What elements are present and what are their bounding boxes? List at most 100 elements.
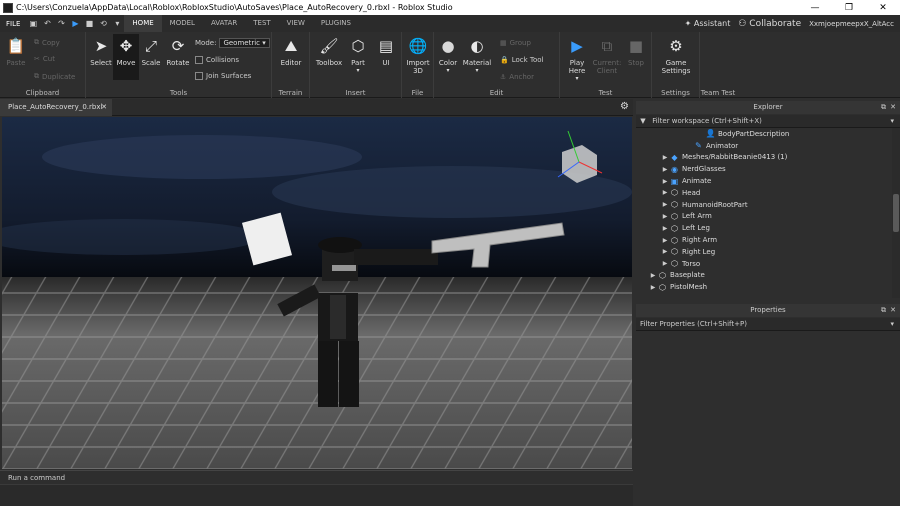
studio-logo-icon xyxy=(3,2,13,13)
explorer-item[interactable]: ▶ ⬡ HumanoidRootPart xyxy=(636,199,892,211)
explorer-item[interactable]: ▶ ▣ Animate xyxy=(636,175,892,187)
3d-viewport[interactable] xyxy=(2,117,632,469)
anchor-icon: ⚓ xyxy=(500,73,507,81)
stop-button[interactable]: ■ Stop xyxy=(624,36,648,67)
filter-dropdown-icon[interactable]: ▾ xyxy=(890,115,894,128)
game-settings-button[interactable]: ⚙ Game Settings xyxy=(656,36,696,75)
play-icon[interactable]: ▶ xyxy=(70,19,80,29)
explorer-close-icon[interactable]: ✕ xyxy=(890,101,896,114)
collisions-checkbox[interactable] xyxy=(195,56,203,64)
explorer-item[interactable]: ▶ ⬡ Right Arm xyxy=(636,234,892,246)
save-icon[interactable]: ▣ xyxy=(28,19,38,29)
file-group: 🌐 Import 3D File xyxy=(402,32,434,98)
rotate-button[interactable]: ⟳ Rotate xyxy=(164,36,192,67)
explorer-item[interactable]: ✎ Animator xyxy=(636,140,892,152)
cut-icon: ✂ xyxy=(34,55,40,63)
expand-arrow-icon[interactable]: ▶ xyxy=(660,201,670,208)
tab-test[interactable]: TEST xyxy=(245,15,278,32)
duplicate-button[interactable]: ⧉ Duplicate xyxy=(34,72,75,81)
current-client-button[interactable]: ⧉ Current: Client xyxy=(592,36,622,75)
join-surfaces-toggle[interactable]: Join Surfaces xyxy=(195,72,251,80)
expand-arrow-icon[interactable]: ▶ xyxy=(660,225,670,232)
terrain-editor-button[interactable]: ⛰ Editor xyxy=(276,36,306,67)
close-button[interactable]: ✕ xyxy=(866,3,900,13)
viewport-settings-icon[interactable]: ⚙ xyxy=(620,101,629,112)
import3d-button[interactable]: 🌐 Import 3D xyxy=(404,36,432,75)
properties-popout-icon[interactable]: ⧉ xyxy=(881,304,886,317)
maximize-button[interactable]: ❐ xyxy=(832,3,866,13)
material-button[interactable]: ◐ Material ▾ xyxy=(460,36,494,74)
explorer-item[interactable]: ▶ ⬡ Torso xyxy=(636,258,892,270)
lock-tool-button[interactable]: 🔒 Lock Tool xyxy=(500,56,544,64)
explorer-item[interactable]: ▶ ⬡ Left Arm xyxy=(636,211,892,223)
undo-icon[interactable]: ↶ xyxy=(42,19,52,29)
minimize-button[interactable]: — xyxy=(798,3,832,13)
scale-button[interactable]: ⤢ Scale xyxy=(138,36,164,67)
expand-arrow-icon[interactable]: ▶ xyxy=(660,166,670,173)
explorer-item[interactable]: ▶ ⬡ Left Leg xyxy=(636,222,892,234)
part-button[interactable]: ⬡ Part ▾ xyxy=(346,36,370,74)
explorer-item[interactable]: ▶ ◆ Meshes/RabbitBeanie0413 (1) xyxy=(636,152,892,164)
mode-dropdown[interactable]: Geometric ▾ xyxy=(219,38,270,48)
expand-arrow-icon[interactable]: ▶ xyxy=(660,237,670,244)
refresh-icon[interactable]: ⟲ xyxy=(98,19,108,29)
properties-close-icon[interactable]: ✕ xyxy=(890,304,896,317)
user-name[interactable]: XxmjoepmeepxX_AltAcc xyxy=(809,20,894,28)
toolbox-button[interactable]: 🖌 Toolbox xyxy=(314,36,344,67)
explorer-popout-icon[interactable]: ⧉ xyxy=(881,101,886,114)
command-bar[interactable]: Run a command xyxy=(0,470,633,484)
explorer-item-label: BodyPartDescription xyxy=(718,129,790,138)
explorer-filter[interactable]: ▼ Filter workspace (Ctrl+Shift+X) ▾ xyxy=(636,115,900,128)
file-menu[interactable]: FILE xyxy=(0,20,26,28)
properties-filter[interactable]: Filter Properties (Ctrl+Shift+P) ▾ xyxy=(636,318,900,331)
expand-arrow-icon[interactable]: ▶ xyxy=(648,272,658,279)
properties-filter-input[interactable]: Filter Properties (Ctrl+Shift+P) xyxy=(640,320,747,328)
explorer-filter-input[interactable]: Filter workspace (Ctrl+Shift+X) xyxy=(652,117,762,125)
explorer-item[interactable]: ▶ ⬡ Baseplate xyxy=(636,270,892,282)
mode-selector[interactable]: Mode: Geometric ▾ xyxy=(195,38,270,48)
expand-arrow-icon[interactable]: ▶ xyxy=(660,154,670,161)
ui-button[interactable]: ▤ UI xyxy=(374,36,398,67)
collisions-toggle[interactable]: Collisions xyxy=(195,56,239,64)
explorer-item[interactable]: 👤 BodyPartDescription xyxy=(636,128,892,140)
expand-arrow-icon[interactable]: ▶ xyxy=(648,284,658,291)
expand-arrow-icon[interactable]: ▶ xyxy=(660,213,670,220)
explorer-item-label: Baseplate xyxy=(670,271,705,280)
dropdown-icon[interactable]: ▾ xyxy=(112,19,122,29)
close-tab-icon[interactable]: ✕ xyxy=(101,99,107,116)
collaborate-button[interactable]: ⚇ Collaborate xyxy=(738,19,801,29)
collapse-icon[interactable]: ▼ xyxy=(636,115,650,128)
play-here-button[interactable]: ▶ Play Here ▾ xyxy=(564,36,590,82)
properties-dropdown-icon[interactable]: ▾ xyxy=(890,318,894,331)
tab-avatar[interactable]: AVATAR xyxy=(203,15,245,32)
paste-button[interactable]: 📋 Paste xyxy=(4,36,28,67)
tab-view[interactable]: VIEW xyxy=(279,15,313,32)
tab-model[interactable]: MODEL xyxy=(162,15,203,32)
cut-button[interactable]: ✂ Cut xyxy=(34,55,55,63)
explorer-scrollbar[interactable] xyxy=(892,128,900,298)
scrollbar-thumb[interactable] xyxy=(893,194,899,232)
stop-icon[interactable]: ■ xyxy=(84,19,94,29)
document-tab[interactable]: Place_AutoRecovery_0.rbxl ✕ xyxy=(0,99,112,116)
select-button[interactable]: ➤ Select xyxy=(88,36,114,67)
color-button[interactable]: ● Color ▾ xyxy=(436,36,460,74)
redo-icon[interactable]: ↷ xyxy=(56,19,66,29)
move-button[interactable]: ✥ Move xyxy=(113,34,139,80)
expand-arrow-icon[interactable]: ▶ xyxy=(660,260,670,267)
group-button[interactable]: ▦ Group xyxy=(500,39,531,47)
command-input[interactable]: Run a command xyxy=(8,474,65,482)
anchor-button[interactable]: ⚓ Anchor xyxy=(500,73,534,81)
tab-home[interactable]: HOME xyxy=(124,15,162,32)
join-surfaces-checkbox[interactable] xyxy=(195,72,203,80)
expand-arrow-icon[interactable]: ▶ xyxy=(660,178,670,185)
explorer-item[interactable]: ▶ ⬡ PistolMesh xyxy=(636,281,892,293)
explorer-item[interactable]: ▶ ◉ NerdGlasses xyxy=(636,163,892,175)
expand-arrow-icon[interactable]: ▶ xyxy=(660,248,670,255)
copy-button[interactable]: ⧉ Copy xyxy=(34,38,60,47)
viewport-scene xyxy=(2,117,632,469)
assistant-button[interactable]: ✦ Assistant xyxy=(685,19,731,28)
expand-arrow-icon[interactable]: ▶ xyxy=(660,189,670,196)
explorer-item[interactable]: ▶ ⬡ Head xyxy=(636,187,892,199)
tab-plugins[interactable]: PLUGINS xyxy=(313,15,359,32)
explorer-item[interactable]: ▶ ⬡ Right Leg xyxy=(636,246,892,258)
